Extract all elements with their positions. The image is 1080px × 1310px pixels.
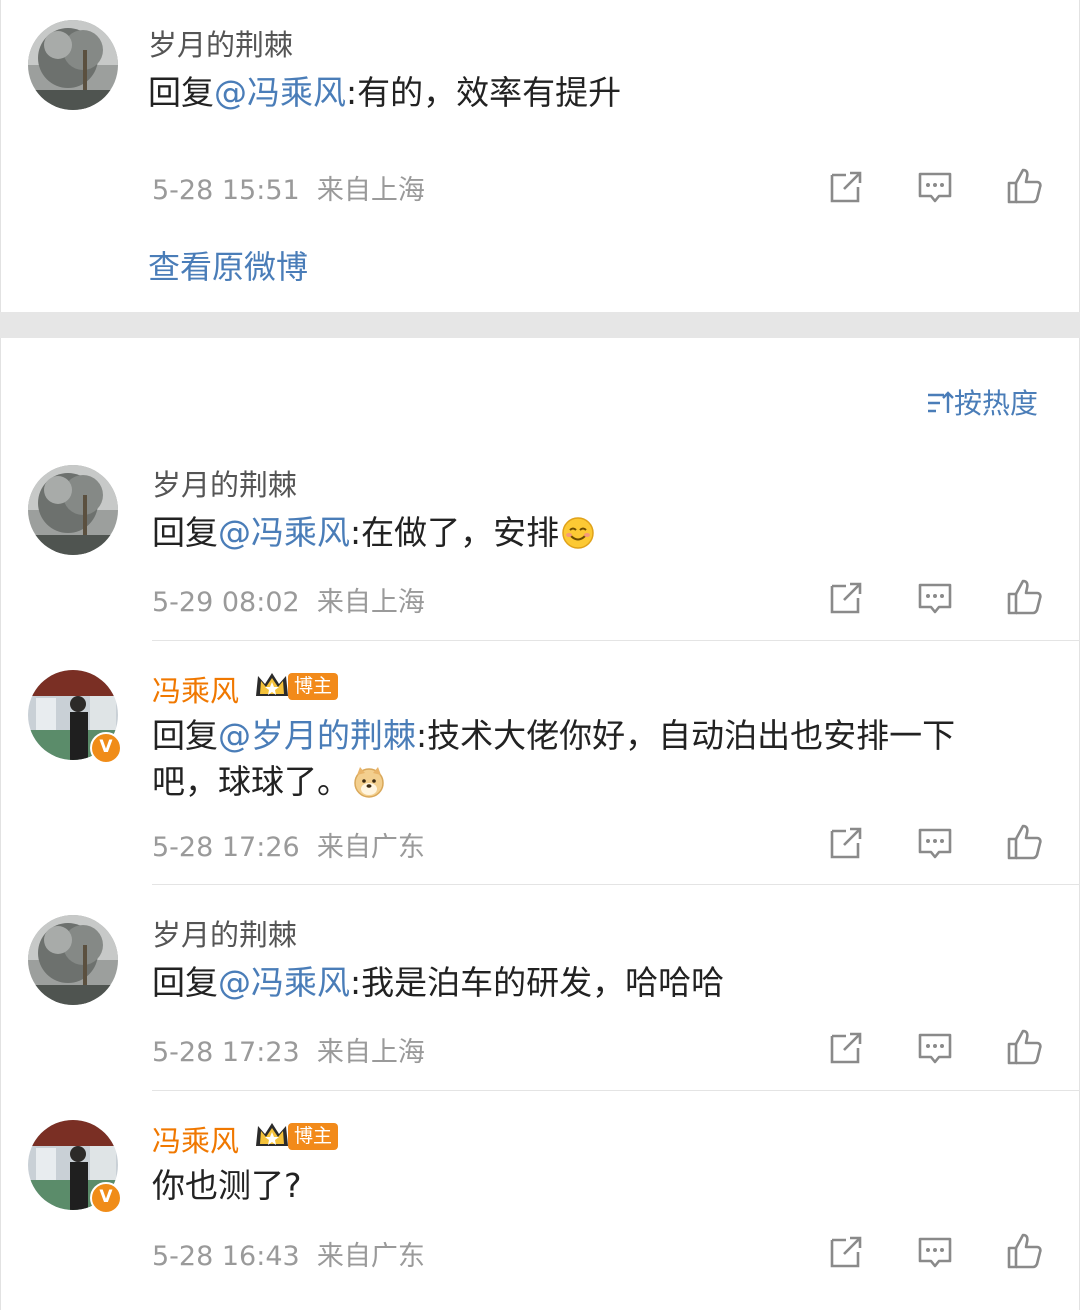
avatar[interactable] <box>28 915 118 1005</box>
comment-icon[interactable] <box>915 1028 955 1068</box>
timestamp: 5-28 17:23 <box>152 1037 300 1068</box>
location: 来自上海 <box>316 175 425 206</box>
mention-link[interactable]: @冯乘风 <box>218 963 350 1002</box>
blogger-tag: 博主 <box>288 1123 339 1150</box>
comment-text: 你也测了? <box>152 1166 302 1205</box>
comment-text: 回复@冯乘风:在做了，安排 <box>152 510 595 556</box>
comment-text: 回复@冯乘风:有的，效率有提升 <box>148 70 621 116</box>
comment-icon[interactable] <box>915 823 955 863</box>
mention-link[interactable]: @岁月的荆棘 <box>218 716 416 755</box>
username[interactable]: 岁月的荆棘 <box>152 912 297 954</box>
location: 来自广东 <box>316 832 425 863</box>
sort-icon <box>928 391 954 413</box>
comment-text-line2: 吧，球球了。 <box>152 759 386 805</box>
like-icon[interactable] <box>1004 577 1044 617</box>
view-original-link[interactable]: 查看原微博 <box>148 242 308 288</box>
comment-icon[interactable] <box>915 1232 955 1272</box>
avatar[interactable] <box>28 20 118 110</box>
location: 来自广东 <box>316 1241 425 1272</box>
timestamp: 5-28 15:51 <box>152 175 300 206</box>
comment-meta: 5-29 08:02 来自上海 <box>152 580 425 619</box>
divider <box>152 640 1080 641</box>
sort-label: 按热度 <box>954 387 1039 420</box>
verified-badge: V <box>90 732 122 764</box>
location: 来自上海 <box>316 587 425 618</box>
smile-emoji <box>562 517 594 549</box>
divider <box>152 1090 1080 1091</box>
blogger-tag: 博主 <box>288 673 339 700</box>
reply-prefix: 回复 <box>152 963 218 1002</box>
avatar[interactable] <box>28 465 118 555</box>
comment-text: 回复@冯乘风:我是泊车的研发，哈哈哈 <box>152 960 724 1006</box>
like-icon[interactable] <box>1004 1231 1044 1271</box>
share-icon[interactable] <box>826 1028 866 1068</box>
like-icon[interactable] <box>1004 166 1044 206</box>
comment-meta: 5-28 16:43 来自广东 <box>152 1234 425 1273</box>
divider <box>152 884 1080 885</box>
comment-icon[interactable] <box>915 578 955 618</box>
timestamp: 5-28 17:26 <box>152 832 300 863</box>
comment-body: :在做了，安排 <box>350 513 560 552</box>
comment-icon[interactable] <box>915 167 955 207</box>
like-icon[interactable] <box>1004 822 1044 862</box>
username[interactable]: 岁月的荆棘 <box>152 462 297 504</box>
comment-body: :有的，效率有提升 <box>346 73 622 112</box>
sort-toggle[interactable]: 按热度 <box>926 382 1038 422</box>
comment-body: 吧，球球了。 <box>152 762 350 801</box>
mention-link[interactable]: @冯乘风 <box>214 73 346 112</box>
doge-emoji <box>354 767 384 798</box>
username[interactable]: 冯乘风 <box>152 668 239 710</box>
comment-text: 回复@岁月的荆棘:技术大佬你好，自动泊出也安排一下 <box>152 713 955 759</box>
share-icon[interactable] <box>826 167 866 207</box>
reply-prefix: 回复 <box>148 73 214 112</box>
section-separator <box>0 312 1080 338</box>
like-icon[interactable] <box>1004 1027 1044 1067</box>
share-icon[interactable] <box>826 1232 866 1272</box>
timestamp: 5-28 16:43 <box>152 1241 300 1272</box>
username[interactable]: 冯乘风 <box>152 1118 239 1160</box>
comment-body: :技术大佬你好，自动泊出也安排一下 <box>416 716 956 755</box>
comment-meta: 5-28 15:51 来自上海 <box>152 168 425 207</box>
reply-prefix: 回复 <box>152 513 218 552</box>
comment-body: :我是泊车的研发，哈哈哈 <box>350 963 725 1002</box>
comment-meta: 5-28 17:26 来自广东 <box>152 825 425 864</box>
location: 来自上海 <box>316 1037 425 1068</box>
share-icon[interactable] <box>826 823 866 863</box>
username[interactable]: 岁月的荆棘 <box>148 22 293 64</box>
verified-badge: V <box>90 1182 122 1214</box>
crown-icon <box>254 1120 290 1150</box>
share-icon[interactable] <box>826 578 866 618</box>
comment-meta: 5-28 17:23 来自上海 <box>152 1030 425 1069</box>
timestamp: 5-29 08:02 <box>152 587 300 618</box>
crown-icon <box>254 670 290 700</box>
mention-link[interactable]: @冯乘风 <box>218 513 350 552</box>
reply-prefix: 回复 <box>152 716 218 755</box>
